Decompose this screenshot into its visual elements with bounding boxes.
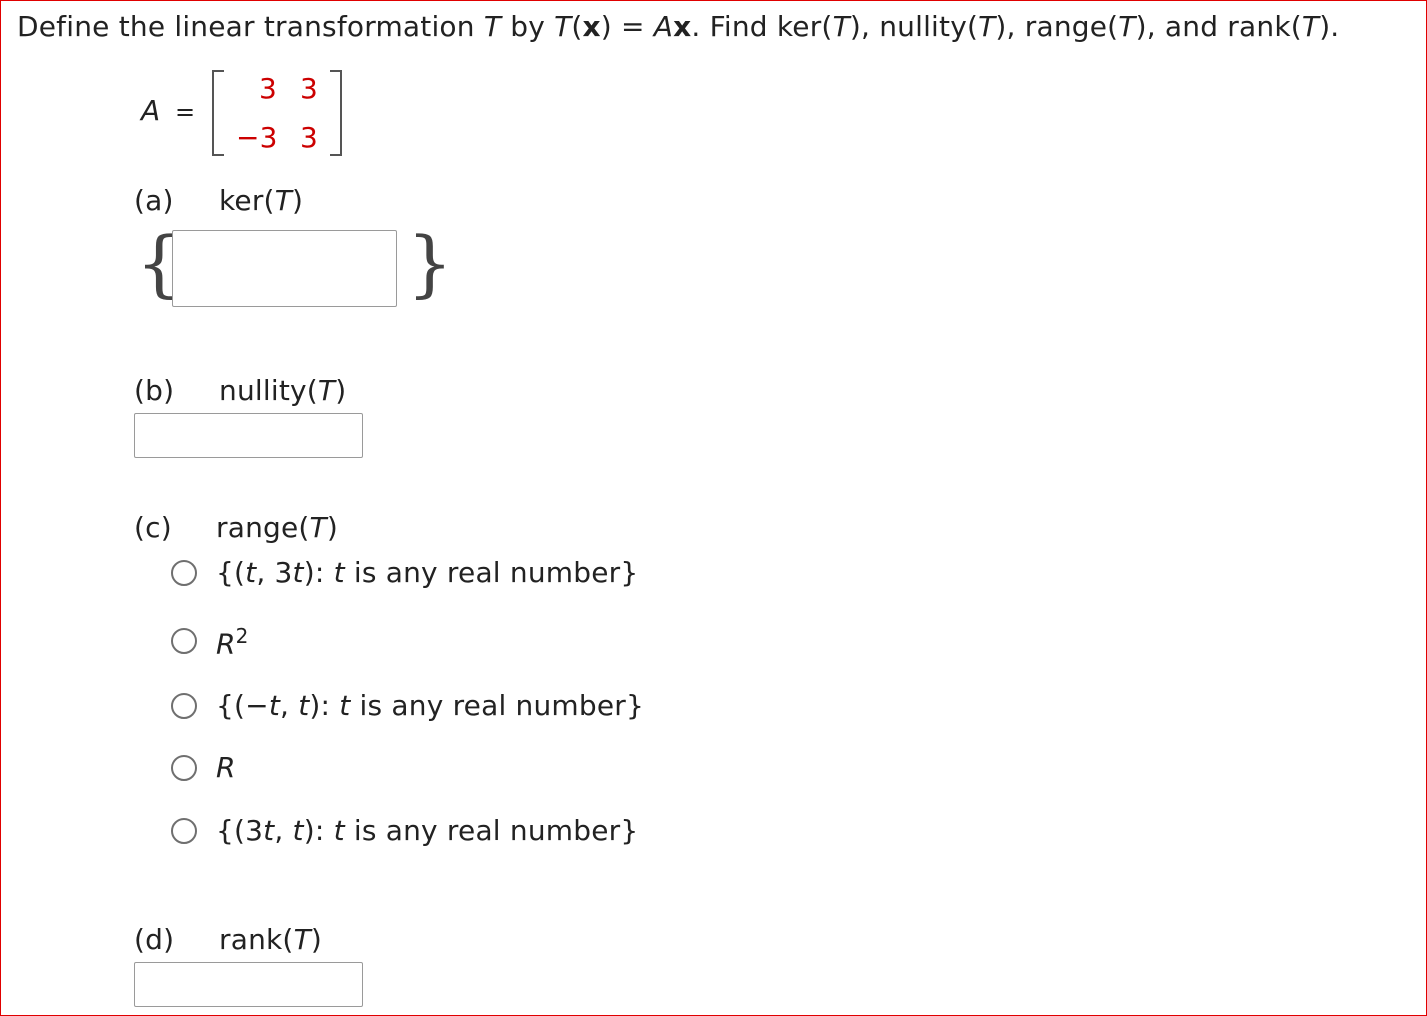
range-option-label[interactable]: R2: [216, 624, 249, 660]
part-c-letter: (c): [134, 511, 172, 544]
matrix-entry: −3: [236, 121, 278, 154]
range-option-label[interactable]: R: [216, 751, 236, 784]
matrix-entry: 3: [300, 72, 319, 105]
kernel-input[interactable]: [172, 230, 397, 307]
part-d-label: rank(T): [219, 923, 322, 956]
range-option-radio[interactable]: [171, 693, 197, 719]
matrix-label: A: [141, 94, 161, 127]
range-option-label[interactable]: {(3t, t): t is any real number}: [216, 814, 638, 847]
part-a-label: ker(T): [219, 184, 304, 217]
matrix-entry: 3: [259, 72, 278, 105]
part-a-letter: (a): [134, 184, 174, 217]
range-option-label[interactable]: {(−t, t): t is any real number}: [216, 689, 644, 722]
matrix-right-bracket: [330, 70, 342, 156]
range-option-radio[interactable]: [171, 818, 197, 844]
part-d-letter: (d): [134, 923, 175, 956]
matrix-equals: =: [175, 98, 196, 126]
part-b-label: nullity(T): [219, 374, 347, 407]
nullity-input[interactable]: [134, 413, 363, 458]
matrix-entry: 3: [300, 121, 319, 154]
range-option-radio[interactable]: [171, 560, 197, 586]
part-c-label: range(T): [216, 511, 338, 544]
part-b-letter: (b): [134, 374, 175, 407]
question-text: Define the linear transformation T by T(…: [17, 10, 1340, 43]
close-brace: }: [407, 221, 453, 305]
matrix-left-bracket: [212, 70, 224, 156]
range-option-label[interactable]: {(t, 3t): t is any real number}: [216, 556, 638, 589]
range-option-radio[interactable]: [171, 755, 197, 781]
range-option-radio[interactable]: [171, 628, 197, 654]
rank-input[interactable]: [134, 962, 363, 1007]
